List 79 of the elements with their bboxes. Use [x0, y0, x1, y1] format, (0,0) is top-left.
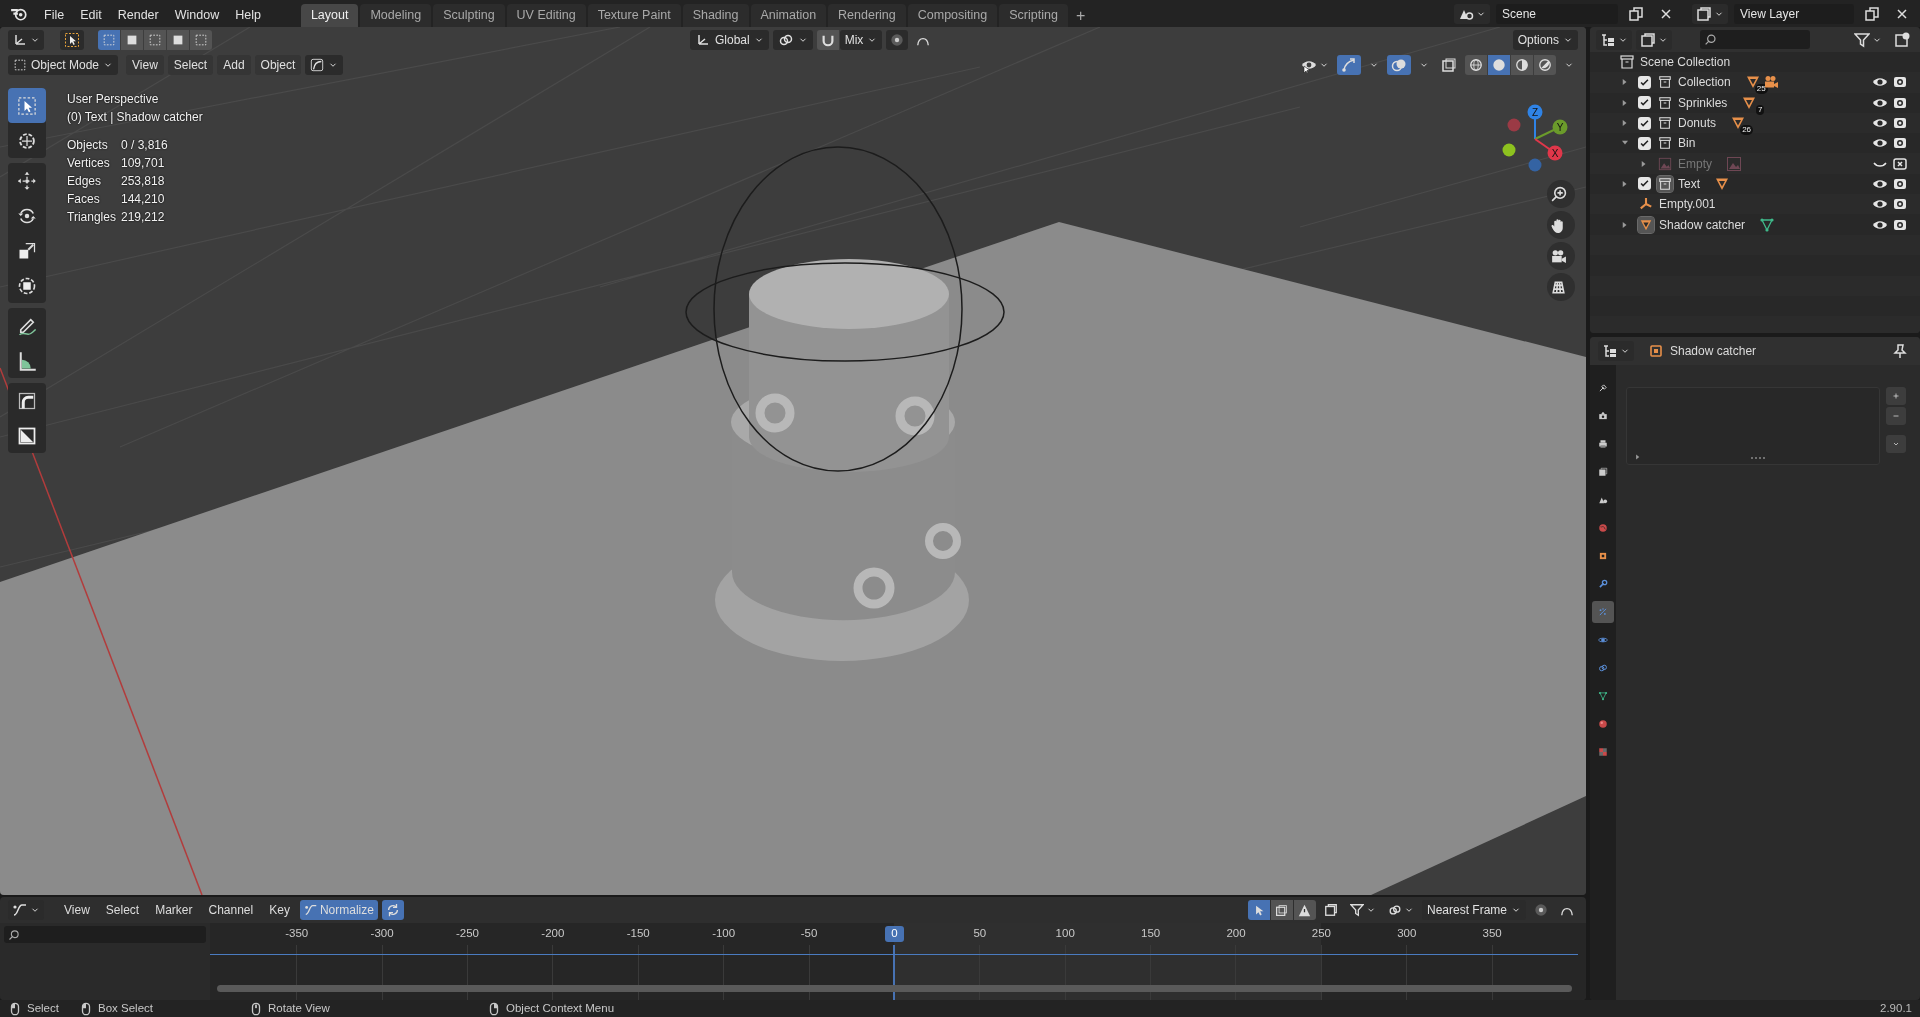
frame-number: 200 — [1226, 926, 1246, 942]
frame-number: 150 — [1141, 926, 1161, 942]
axis-handle[interactable]: Y — [1534, 119, 1568, 140]
hint-label: Object Context Menu — [506, 1000, 615, 1016]
current-frame-indicator[interactable]: 0 — [885, 926, 904, 942]
add-workspace-button[interactable]: + — [1069, 4, 1092, 27]
falloff-dropdown[interactable]: Mix — [839, 30, 883, 50]
item-name: Bin — [1678, 135, 1696, 153]
hint-label: Select — [27, 1000, 59, 1016]
menu-item[interactable]: File — [36, 3, 73, 27]
workspace-tab[interactable]: Layout — [300, 4, 359, 27]
item-name: Shadow catcher — [1659, 216, 1746, 234]
frame-number: 100 — [1055, 926, 1075, 942]
menu-item[interactable]: View — [58, 900, 96, 920]
axis-handle[interactable]: Z — [1527, 104, 1543, 140]
workspace-tab[interactable]: UV Editing — [506, 4, 586, 27]
frame-number: 50 — [973, 926, 987, 942]
view-layer-field[interactable]: View Layer — [1734, 3, 1854, 24]
stat-value: 253,818 — [121, 173, 166, 190]
hint-label: Box Select — [98, 1000, 153, 1016]
item-name: Text — [1678, 175, 1700, 193]
stat-value: 109,701 — [121, 155, 166, 172]
menu-item[interactable]: Edit — [72, 3, 110, 27]
workspace-tab[interactable]: Compositing — [907, 4, 998, 27]
stat-value: 0 / 3,816 — [121, 137, 169, 154]
workspace-tab[interactable]: Texture Paint — [587, 4, 681, 27]
item-name: Donuts — [1678, 115, 1717, 133]
workspace-tab[interactable]: Modeling — [360, 4, 432, 27]
frame-number: -100 — [712, 926, 736, 942]
count-badge: 7 — [1755, 104, 1765, 115]
frame-number: 300 — [1397, 926, 1417, 942]
frame-number: -50 — [800, 926, 818, 942]
frame-number: -150 — [626, 926, 650, 942]
frame-number: -250 — [455, 926, 479, 942]
menu-item[interactable]: Window — [166, 3, 228, 27]
menu-item[interactable]: Select — [167, 55, 214, 75]
item-name: Collection — [1678, 74, 1731, 92]
stat-value: 219,212 — [121, 209, 166, 226]
axis-handle[interactable]: X — [1534, 138, 1563, 161]
mode-dropdown[interactable]: Object Mode — [8, 55, 119, 75]
menu-item[interactable]: Object — [254, 55, 302, 75]
stat-value: 144,210 — [121, 191, 166, 208]
workspace-tab[interactable]: Sculpting — [433, 4, 505, 27]
menu-item[interactable]: View — [126, 55, 164, 75]
item-name: Scene Collection — [1640, 54, 1731, 72]
menu-item[interactable]: Help — [227, 3, 269, 27]
snapping-dropdown[interactable]: Nearest Frame — [1421, 900, 1526, 920]
workspace-tab[interactable]: Rendering — [828, 4, 906, 27]
view-name: User Perspective — [67, 91, 160, 108]
frame-number: -300 — [370, 926, 394, 942]
stat-label: Vertices — [67, 155, 111, 172]
frame-number: -200 — [541, 926, 565, 942]
scene-name-field[interactable]: Scene — [1496, 3, 1618, 24]
workspace-tab[interactable]: Scripting — [999, 4, 1068, 27]
version-label: 2.90.1 — [1880, 1000, 1912, 1016]
stat-label: Triangles — [67, 209, 117, 226]
item-name: Empty — [1678, 155, 1712, 173]
workspace-tab[interactable]: Shading — [682, 4, 749, 27]
item-name: Empty.001 — [1659, 196, 1716, 214]
stat-label: Objects — [67, 137, 109, 154]
frame-number: -350 — [285, 926, 309, 942]
menu-item[interactable]: Add — [217, 55, 251, 75]
menu-item[interactable]: Marker — [149, 900, 199, 920]
object-name: Shadow catcher — [1670, 343, 1757, 360]
workspace-tab[interactable]: Animation — [750, 4, 827, 27]
normalize-toggle[interactable]: Normalize — [299, 900, 378, 920]
stat-label: Edges — [67, 173, 103, 190]
options-dropdown[interactable]: Options — [1512, 30, 1578, 50]
orientation-dropdown[interactable]: Global — [690, 30, 769, 50]
stat-label: Faces — [67, 191, 101, 208]
frame-number: 250 — [1311, 926, 1331, 942]
context-label: (0) Text | Shadow catcher — [67, 109, 203, 126]
hint-label: Rotate View — [268, 1000, 330, 1016]
menu-item[interactable]: Key — [263, 900, 296, 920]
menu-item[interactable]: Render — [109, 3, 167, 27]
item-name: Sprinkles — [1678, 94, 1728, 112]
menu-item[interactable]: Select — [99, 900, 146, 920]
frame-number: 350 — [1482, 926, 1502, 942]
menu-item[interactable]: Channel — [202, 900, 260, 920]
